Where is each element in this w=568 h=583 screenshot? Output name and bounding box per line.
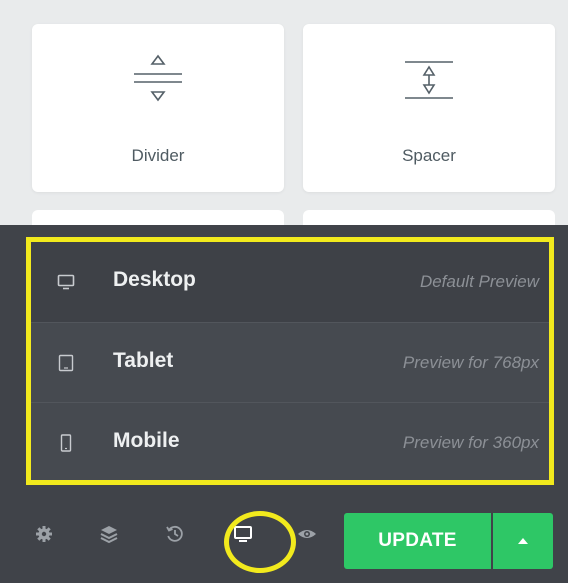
history-icon: [166, 525, 183, 542]
widgets-panel: Divider Spacer: [0, 0, 568, 230]
highlight-circle: [224, 511, 296, 573]
device-description: Default Preview: [419, 272, 539, 291]
desktop-icon: [57, 274, 75, 290]
update-button[interactable]: UPDATE: [344, 513, 491, 569]
device-description: Preview for 768px: [402, 353, 539, 372]
widget-label: Spacer: [402, 146, 456, 165]
settings-icon: [36, 526, 52, 542]
device-option-mobile[interactable]: Mobile Preview for 360px: [31, 402, 549, 480]
device-name: Tablet: [113, 349, 174, 372]
mobile-icon: [60, 434, 72, 452]
device-description: Preview for 360px: [402, 433, 539, 452]
device-name: Desktop: [113, 268, 196, 291]
caret-up-icon: [518, 538, 528, 544]
navigator-icon: [100, 526, 118, 544]
widget-spacer[interactable]: Spacer: [303, 24, 555, 192]
spacer-icon: [405, 61, 453, 99]
device-menu: Desktop Default Preview Tablet Preview f…: [26, 237, 554, 485]
widget-label: Divider: [131, 146, 185, 165]
preview-icon: [298, 530, 316, 538]
history-button[interactable]: [158, 517, 192, 551]
widget-divider[interactable]: Divider: [32, 24, 284, 192]
device-option-tablet[interactable]: Tablet Preview for 768px: [31, 322, 549, 402]
settings-button[interactable]: [27, 517, 61, 551]
update-options-button[interactable]: [493, 513, 553, 569]
device-name: Mobile: [113, 429, 180, 452]
tablet-icon: [58, 354, 74, 372]
device-option-desktop[interactable]: Desktop Default Preview: [31, 242, 549, 322]
divider-icon: [134, 54, 182, 102]
navigator-button[interactable]: [92, 517, 126, 551]
